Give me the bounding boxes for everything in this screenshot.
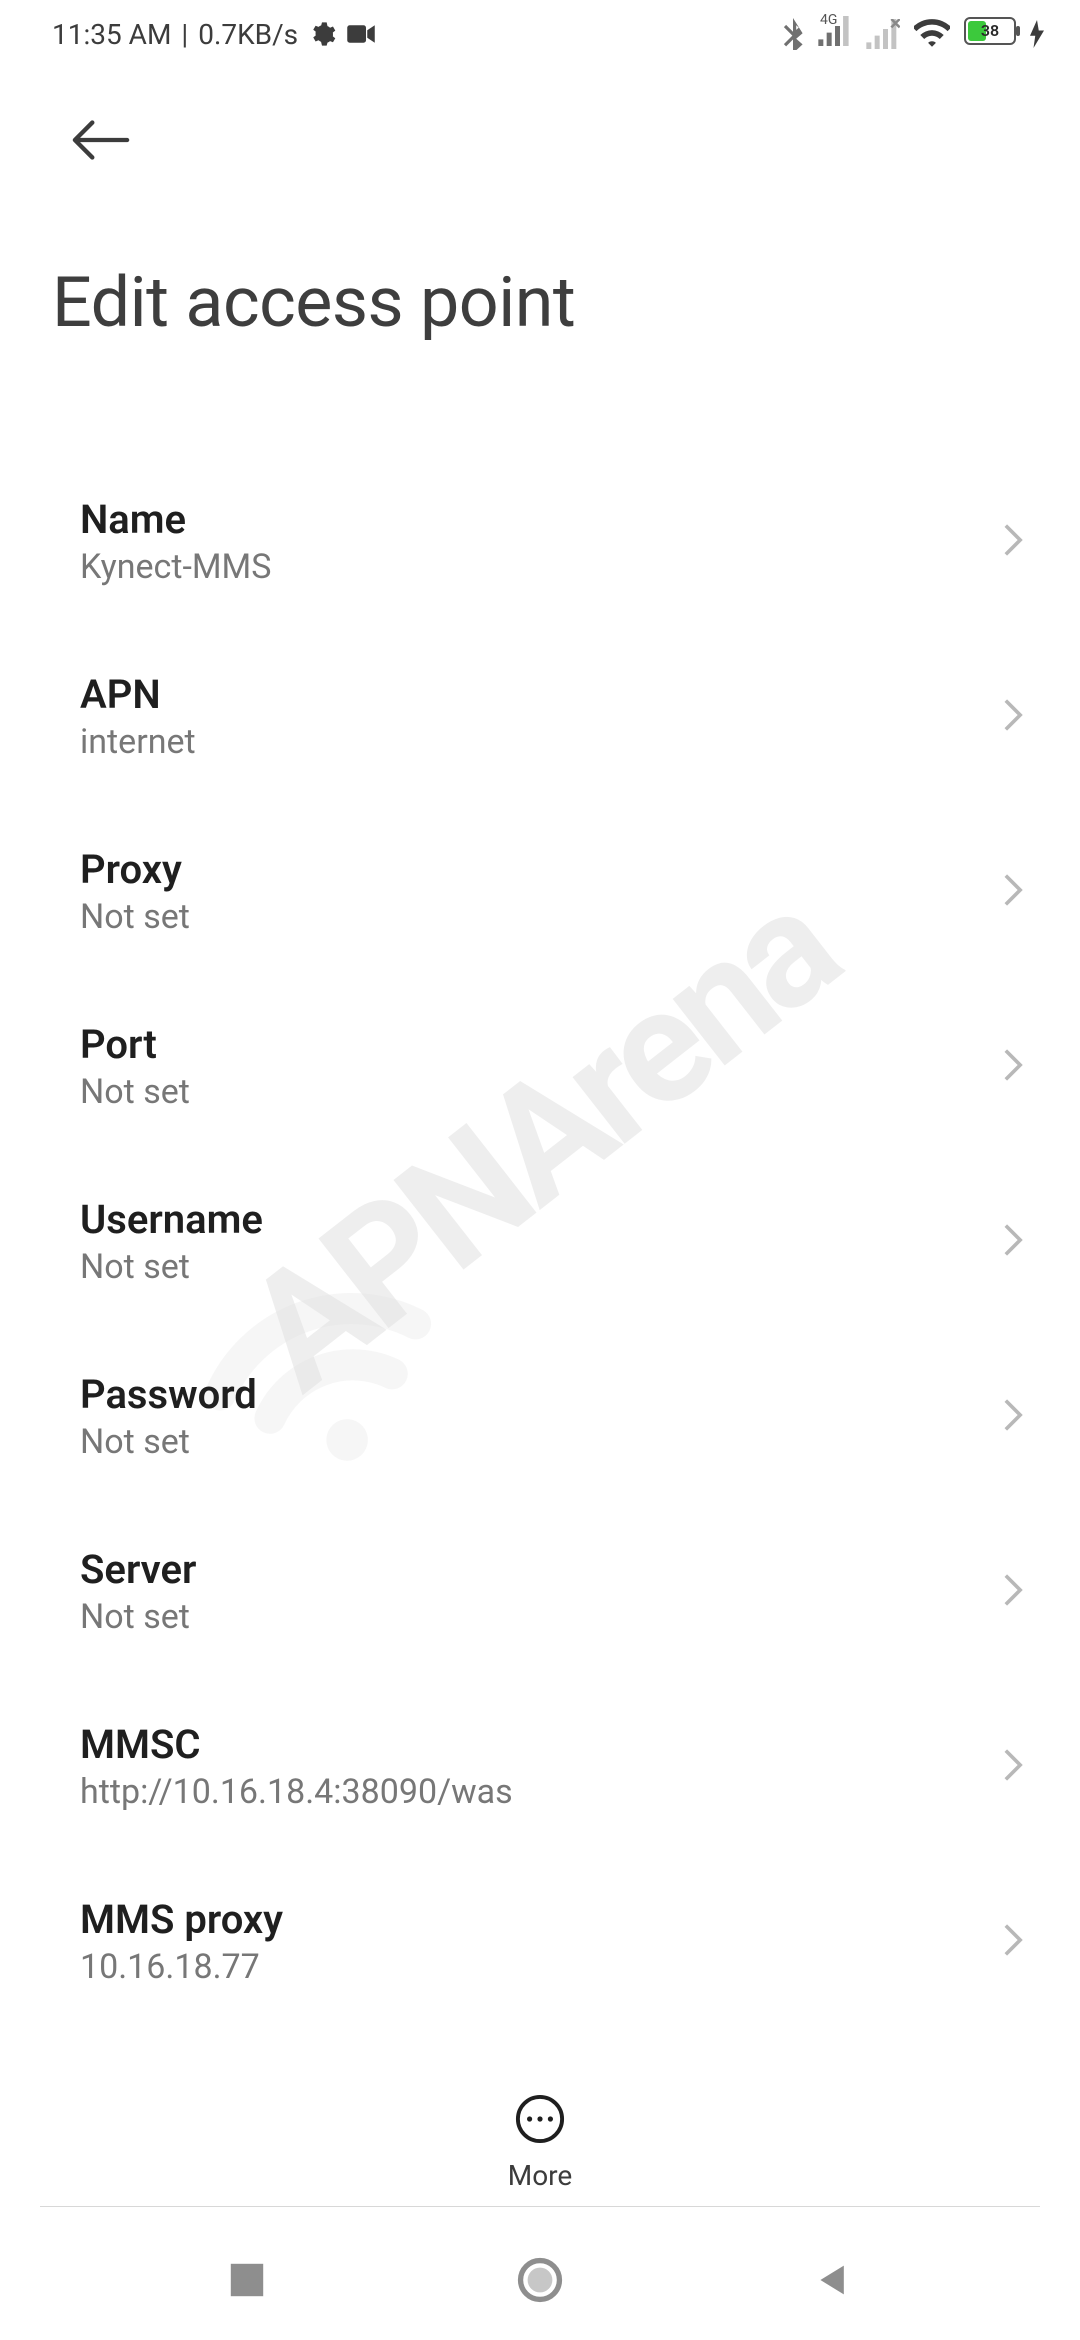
- status-left: 11:35 AM | 0.7KB/s: [52, 18, 376, 51]
- chevron-right-icon: [1002, 1572, 1024, 1612]
- setting-value: http://10.16.18.4:38090/was: [80, 1772, 513, 1812]
- bottom-action-bar: More: [0, 2069, 1080, 2192]
- setting-value: Not set: [80, 1247, 263, 1287]
- navigation-bar: [0, 2220, 1080, 2340]
- square-icon: [229, 2262, 265, 2298]
- chevron-right-icon: [1002, 697, 1024, 737]
- back-button[interactable]: [52, 100, 132, 180]
- wifi-icon: [914, 19, 950, 49]
- chevron-right-icon: [1002, 522, 1024, 562]
- battery-icon: 38: [964, 17, 1016, 52]
- setting-row-port[interactable]: Port Not set: [0, 979, 1080, 1154]
- setting-label: Port: [80, 1021, 190, 1068]
- setting-row-mmsc[interactable]: MMSC http://10.16.18.4:38090/was: [0, 1679, 1080, 1854]
- status-data-rate: 0.7KB/s: [198, 18, 298, 51]
- status-right: 4G 38: [782, 16, 1044, 53]
- gear-icon: [308, 20, 336, 48]
- more-button[interactable]: More: [508, 2093, 573, 2192]
- page-header: Edit access point: [0, 68, 1080, 344]
- bottom-divider: [40, 2206, 1040, 2207]
- bluetooth-icon: [782, 18, 804, 50]
- setting-value: Not set: [80, 1422, 257, 1462]
- setting-row-name[interactable]: Name Kynect-MMS: [0, 454, 1080, 629]
- setting-label: MMS proxy: [80, 1896, 283, 1943]
- setting-row-apn[interactable]: APN internet: [0, 629, 1080, 804]
- setting-label: MMSC: [80, 1721, 513, 1768]
- nav-back-button[interactable]: [793, 2240, 873, 2320]
- setting-row-mms-proxy[interactable]: MMS proxy 10.16.18.77: [0, 1854, 1080, 2029]
- settings-list: Name Kynect-MMS APN internet Proxy Not s…: [0, 454, 1080, 2029]
- status-time: 11:35 AM: [52, 18, 171, 51]
- setting-value: Not set: [80, 1072, 190, 1112]
- setting-value: Not set: [80, 1597, 196, 1637]
- nav-recents-button[interactable]: [207, 2240, 287, 2320]
- video-icon: [346, 22, 376, 46]
- setting-value: 10.16.18.77: [80, 1947, 283, 1987]
- page-title: Edit access point: [52, 262, 1028, 344]
- nav-home-button[interactable]: [500, 2240, 580, 2320]
- more-label: More: [508, 2159, 573, 2192]
- chevron-right-icon: [1002, 872, 1024, 912]
- triangle-left-icon: [815, 2262, 851, 2298]
- chevron-right-icon: [1002, 1397, 1024, 1437]
- setting-label: Server: [80, 1546, 196, 1593]
- chevron-right-icon: [1002, 1222, 1024, 1262]
- more-icon: [514, 2093, 566, 2149]
- setting-label: Proxy: [80, 846, 190, 893]
- status-bar: 11:35 AM | 0.7KB/s 4G 38: [0, 0, 1080, 68]
- status-sep: |: [181, 18, 188, 51]
- setting-label: Password: [80, 1371, 257, 1418]
- setting-row-password[interactable]: Password Not set: [0, 1329, 1080, 1504]
- chevron-right-icon: [1002, 1922, 1024, 1962]
- setting-row-username[interactable]: Username Not set: [0, 1154, 1080, 1329]
- circle-icon: [517, 2257, 563, 2303]
- charging-icon: [1030, 20, 1044, 48]
- setting-value: Kynect-MMS: [80, 547, 271, 587]
- setting-value: Not set: [80, 897, 190, 937]
- battery-pct: 38: [966, 19, 1014, 43]
- setting-label: APN: [80, 671, 196, 718]
- chevron-right-icon: [1002, 1747, 1024, 1787]
- signal-icon-1: 4G: [818, 16, 852, 53]
- network-type-label: 4G: [820, 12, 837, 28]
- setting-row-server[interactable]: Server Not set: [0, 1504, 1080, 1679]
- setting-label: Username: [80, 1196, 263, 1243]
- setting-row-proxy[interactable]: Proxy Not set: [0, 804, 1080, 979]
- setting-label: Name: [80, 496, 271, 543]
- arrow-left-icon: [72, 119, 130, 161]
- setting-value: internet: [80, 722, 196, 762]
- chevron-right-icon: [1002, 1047, 1024, 1087]
- signal-icon-2: [866, 19, 900, 49]
